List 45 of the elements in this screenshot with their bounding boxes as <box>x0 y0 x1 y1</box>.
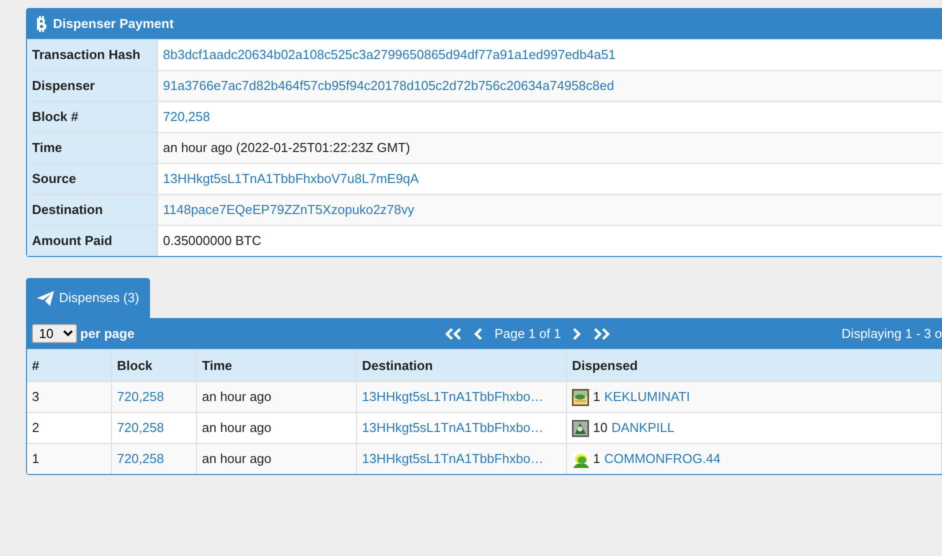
field-link[interactable]: 1148pace7EQeEP79ZZnT5Xzopuko2z78vy <box>163 202 414 218</box>
column-header: Dispensed <box>567 349 942 381</box>
field-link[interactable]: 13HHkgt5sL1TnA1TbbFhxboV7u8L7mE9qA <box>163 171 419 186</box>
per-page-select[interactable]: 10 <box>32 324 77 343</box>
column-header: Block <box>112 349 197 381</box>
previous-page-icon[interactable] <box>473 326 484 340</box>
last-page-icon[interactable] <box>592 326 611 340</box>
page-info: Page 1 of 1 <box>494 324 561 343</box>
asset-link[interactable]: DANKPILL <box>611 418 674 438</box>
next-page-icon[interactable] <box>570 326 582 340</box>
address-link[interactable]: 13HHkgt5sL1TnA1TbbFhxbo… <box>362 418 544 438</box>
asset-link[interactable]: COMMONFROG.44 <box>604 449 721 469</box>
quantity-text: 1 <box>593 388 600 406</box>
field-link[interactable]: 8b3dcf1aadc20634b02a108c525c3a2799650865d94df77a91a1ed997edb4a51 <box>163 47 616 62</box>
field-value: 0.35000000 BTC <box>163 233 262 248</box>
tab[interactable]: Dispenses (3) <box>26 278 150 318</box>
column-header: # <box>27 349 112 381</box>
field-label: Amount Paid <box>27 226 158 256</box>
row-number: 2 <box>32 419 40 438</box>
field-label: Block # <box>27 102 158 132</box>
paper-plane-icon <box>37 290 54 306</box>
quantity-text: 10 <box>593 419 608 438</box>
field-link[interactable]: 720,258 <box>163 109 210 124</box>
field-label: Destination <box>27 195 158 225</box>
time-text: an hour ago <box>202 419 272 438</box>
first-page-icon[interactable] <box>444 326 464 340</box>
panel-title: Dispenser Payment <box>53 15 174 34</box>
column-header: Time <box>197 349 357 381</box>
asset-link[interactable]: KEKLUMINATI <box>604 387 690 407</box>
field-label: Source <box>27 164 158 194</box>
displaying-count: Displaying 1 - 3 o <box>842 324 942 343</box>
currency-icon <box>36 16 48 32</box>
time-text: an hour ago <box>202 388 272 406</box>
column-header: Destination <box>357 349 567 381</box>
row-number: 1 <box>32 450 40 468</box>
field-value: an hour ago (2022-01-25T01:22:23Z GMT) <box>163 140 410 156</box>
field-label: Time <box>27 133 158 163</box>
field-label: Dispenser <box>27 71 158 101</box>
block-link[interactable]: 720,258 <box>117 418 164 438</box>
field-link[interactable]: 91a3766e7ac7d82b464f57cb95f94c20178d105c2d72b756c20634a74958c8ed <box>163 78 614 94</box>
field-label: Transaction Hash <box>27 40 158 70</box>
per-page-label: per page <box>80 324 134 343</box>
quantity-text: 1 <box>593 450 600 468</box>
time-text: an hour ago <box>202 450 272 468</box>
row-number: 3 <box>32 388 40 406</box>
